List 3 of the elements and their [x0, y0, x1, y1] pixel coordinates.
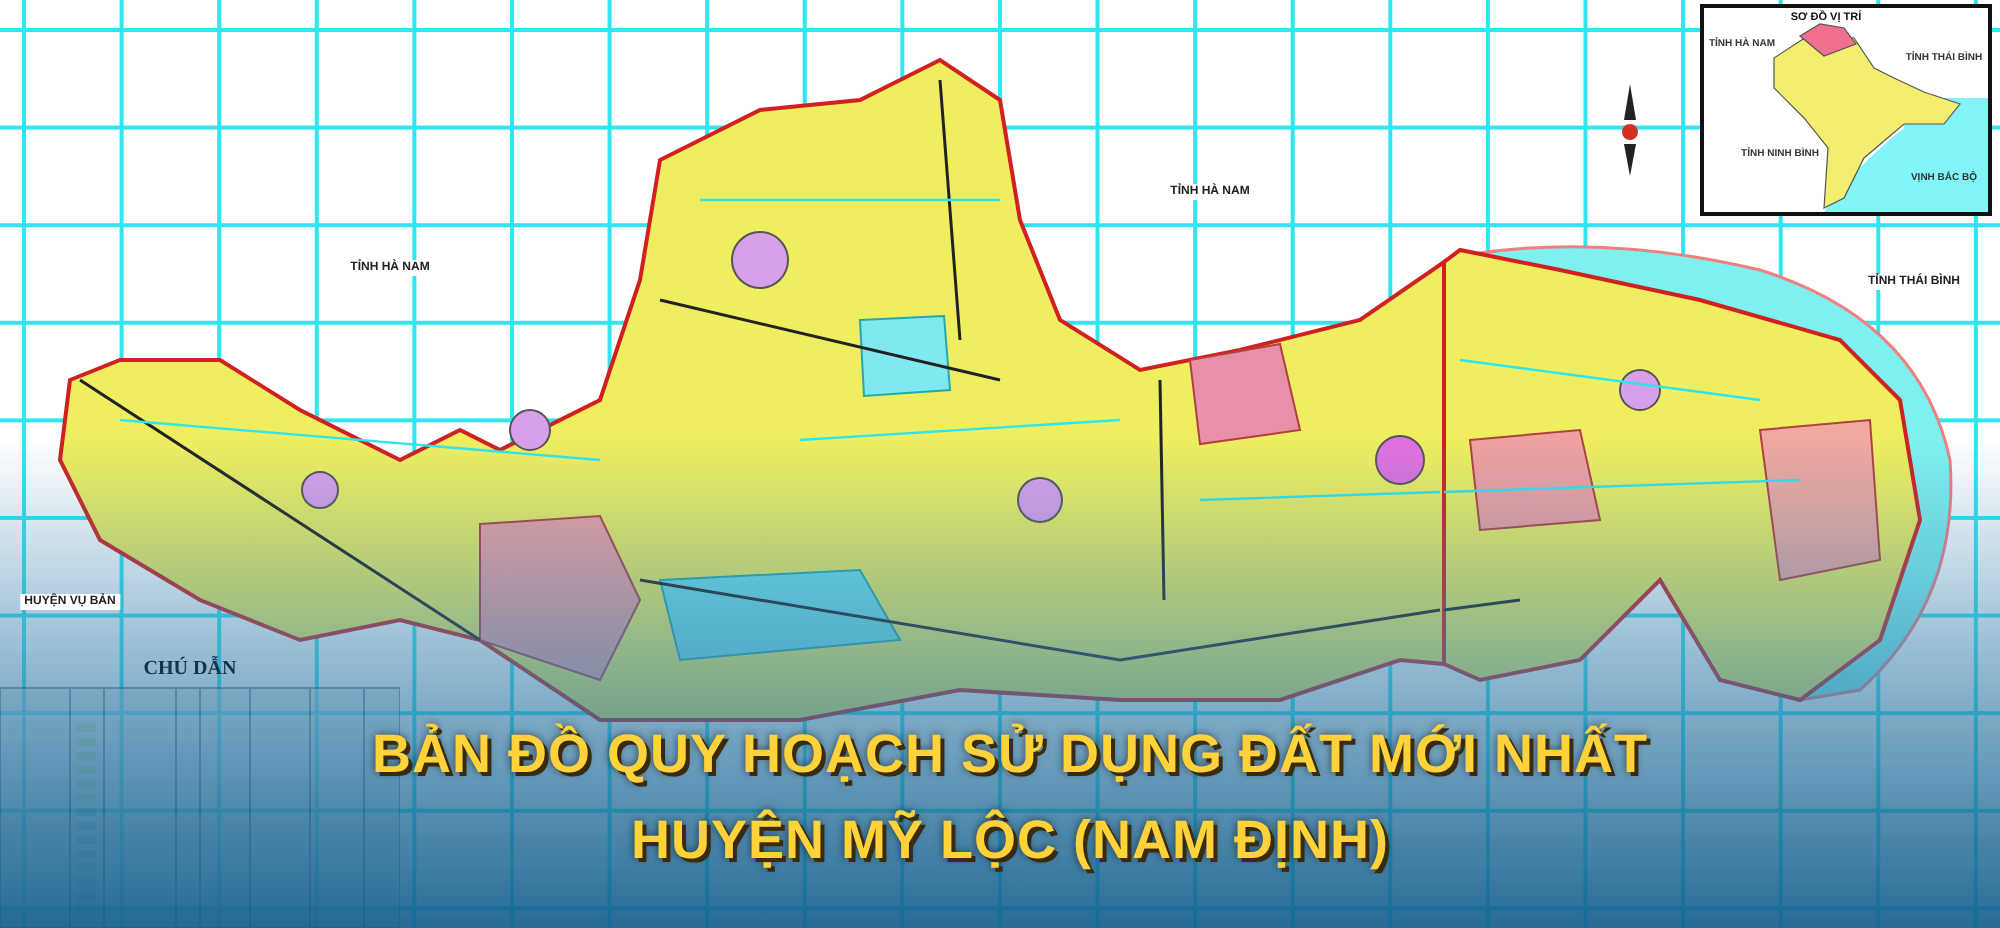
- title-line: BẢN ĐỒ QUY HOẠCH SỬ DỤNG ĐẤT MỚI NHẤT: [372, 724, 1648, 786]
- compass-icon: [1622, 84, 1638, 176]
- title-line: HUYỆN MỸ LỘC (NAM ĐỊNH): [631, 810, 1389, 872]
